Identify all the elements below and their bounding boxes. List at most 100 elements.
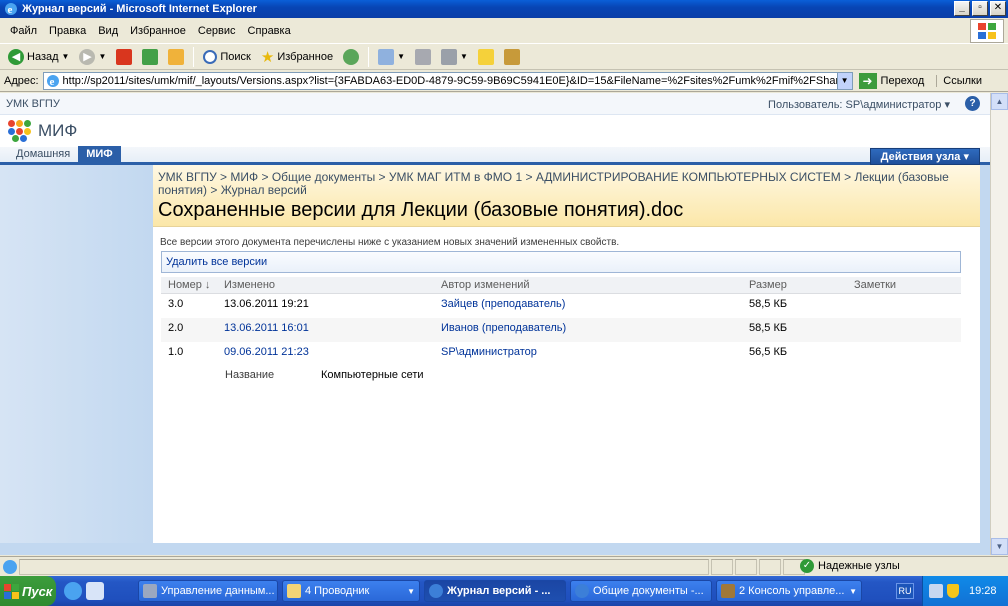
column-header-notes: Заметки	[854, 279, 897, 291]
ie-icon	[575, 584, 589, 598]
favorites-button[interactable]: ★ Избранное	[257, 47, 337, 67]
forward-button[interactable]: ▶ ▼	[75, 48, 110, 66]
go-label: Переход	[880, 74, 925, 87]
search-button[interactable]: Поиск	[199, 49, 254, 65]
taskbar: Пуск Управление данным... 4 Проводник ▼ …	[0, 576, 1008, 606]
delete-all-versions-button[interactable]: Удалить все версии	[166, 256, 267, 268]
window-title: Журнал версий - Microsoft Internet Explo…	[22, 3, 257, 15]
site-title[interactable]: МИФ	[38, 121, 77, 141]
checkmark-icon: ✓	[800, 559, 814, 573]
internet-explorer-icon: e	[5, 3, 17, 16]
version-author[interactable]: SP\администратор	[441, 346, 537, 358]
ie-quicklaunch-icon[interactable]	[64, 582, 82, 600]
start-label: Пуск	[22, 583, 53, 599]
top-nav: Домашняя МИФ	[0, 146, 990, 165]
back-label: Назад	[27, 50, 59, 63]
breadcrumb-link[interactable]: Общие документы	[272, 170, 375, 184]
top-site-link[interactable]: УМК ВГПУ	[6, 98, 60, 110]
refresh-button[interactable]	[138, 48, 162, 66]
maximize-button[interactable]: ▫	[972, 1, 988, 16]
home-icon	[168, 48, 185, 65]
menu-edit[interactable]: Правка	[43, 23, 92, 39]
minimize-button[interactable]: _	[954, 1, 970, 16]
site-actions-button[interactable]: Действия узла ▾	[869, 148, 980, 165]
menu-file[interactable]: Файл	[4, 23, 43, 39]
breadcrumb-separator: >	[258, 170, 272, 184]
shield-icon[interactable]	[947, 584, 959, 598]
language-indicator[interactable]: RU	[896, 583, 914, 599]
menu-tools[interactable]: Сервис	[192, 23, 242, 39]
table-header: Номер ↓ Изменено Автор изменений Размер …	[161, 277, 961, 294]
menu-view[interactable]: Вид	[92, 23, 124, 39]
help-icon[interactable]: ?	[965, 96, 980, 111]
links-button[interactable]: Ссылки	[936, 74, 982, 87]
search-label: Поиск	[220, 50, 251, 63]
back-button[interactable]: ◀ Назад ▼	[4, 48, 73, 66]
system-tray: 19:28	[922, 576, 1008, 606]
close-button[interactable]: ✕	[990, 1, 1006, 16]
taskbar-item-active[interactable]: Журнал версий - ...	[424, 580, 566, 602]
address-dropdown-icon[interactable]: ▼	[836, 72, 852, 89]
page-title-area: УМК ВГПУ > МИФ > Общие документы > УМК М…	[153, 165, 980, 227]
version-modified-link[interactable]: 09.06.2011 21:23	[224, 346, 309, 358]
edit-button[interactable]: ▼	[437, 48, 472, 66]
page-title: Сохраненные версии для Лекции (базовые п…	[158, 199, 684, 221]
column-header-size: Размер	[749, 279, 787, 291]
menu-help[interactable]: Справка	[242, 23, 297, 39]
network-icon[interactable]	[929, 584, 943, 598]
menu-favorites[interactable]: Избранное	[124, 23, 192, 39]
breadcrumb-link[interactable]: АДМИНИСТРИРОВАНИЕ КОМПЬЮТЕРНЫХ СИСТЕМ	[536, 170, 841, 184]
column-header-number[interactable]: Номер ↓	[168, 279, 210, 291]
explorer-quicklaunch-icon[interactable]	[86, 582, 104, 600]
console-icon	[721, 584, 735, 598]
version-modified-link[interactable]: 13.06.2011 16:01	[224, 322, 309, 334]
taskbar-item[interactable]: Управление данным...	[138, 580, 278, 602]
version-size: 58,5 КБ	[749, 322, 788, 334]
user-menu[interactable]: Пользователь: SP\администратор ▾	[768, 98, 950, 111]
scroll-down-icon[interactable]: ▼	[991, 538, 1008, 555]
browser-viewport: УМК ВГПУ Пользователь: SP\администратор …	[0, 93, 990, 555]
home-button[interactable]	[164, 48, 188, 66]
taskbar-item[interactable]: 2 Консоль управле... ▼	[716, 580, 862, 602]
tab-home[interactable]: Домашняя	[8, 146, 78, 162]
breadcrumb: УМК ВГПУ > МИФ > Общие документы > УМК М…	[158, 171, 973, 197]
forward-arrow-icon: ▶	[79, 48, 96, 65]
version-property-row: Название Компьютерные сети	[161, 366, 961, 388]
media-button[interactable]	[339, 48, 363, 66]
discuss-button[interactable]	[474, 48, 498, 66]
forward-dropdown-icon[interactable]: ▼	[98, 52, 106, 61]
clock[interactable]: 19:28	[969, 585, 997, 597]
breadcrumb-separator: >	[375, 170, 389, 184]
mail-dropdown-icon[interactable]: ▼	[397, 52, 405, 61]
messenger-button[interactable]	[500, 48, 524, 66]
address-input[interactable]: e http://sp2011/sites/umk/mif/_layouts/V…	[42, 71, 853, 90]
scroll-up-icon[interactable]: ▲	[991, 93, 1008, 110]
task-label: Журнал версий - ...	[447, 585, 551, 597]
mail-button[interactable]: ▼	[374, 48, 409, 66]
taskbar-item[interactable]: 4 Проводник ▼	[282, 580, 420, 602]
taskbar-item[interactable]: Общие документы -...	[570, 580, 712, 602]
back-dropdown-icon[interactable]: ▼	[62, 52, 70, 61]
go-button[interactable]: ➜ Переход	[858, 72, 925, 89]
version-author[interactable]: Иванов (преподаватель)	[441, 322, 566, 334]
version-modified[interactable]: 13.06.2011 19:21	[224, 298, 309, 310]
edit-dropdown-icon[interactable]: ▼	[460, 52, 468, 61]
print-button[interactable]	[411, 48, 435, 66]
breadcrumb-link[interactable]: УМК МАГ ИТМ в ФМО 1	[389, 170, 522, 184]
version-author[interactable]: Зайцев (преподаватель)	[441, 298, 565, 310]
ie-icon	[429, 584, 443, 598]
breadcrumb-link[interactable]: МИФ	[230, 170, 258, 184]
vertical-scrollbar[interactable]: ▲ ▼	[990, 93, 1008, 555]
main-content: УМК ВГПУ > МИФ > Общие документы > УМК М…	[153, 165, 980, 543]
versions-toolbar: Удалить все версии	[161, 251, 961, 273]
sp-global-bar: УМК ВГПУ Пользователь: SP\администратор …	[0, 93, 990, 115]
quick-launch	[64, 582, 134, 600]
start-button[interactable]: Пуск	[0, 576, 56, 606]
favorites-label: Избранное	[277, 50, 334, 63]
star-icon: ★	[260, 48, 275, 66]
property-name: Название	[225, 369, 275, 381]
stop-button[interactable]	[112, 48, 136, 66]
column-header-modified: Изменено	[224, 279, 276, 291]
tab-mif[interactable]: МИФ	[78, 146, 121, 162]
breadcrumb-link[interactable]: УМК ВГПУ	[158, 170, 217, 184]
